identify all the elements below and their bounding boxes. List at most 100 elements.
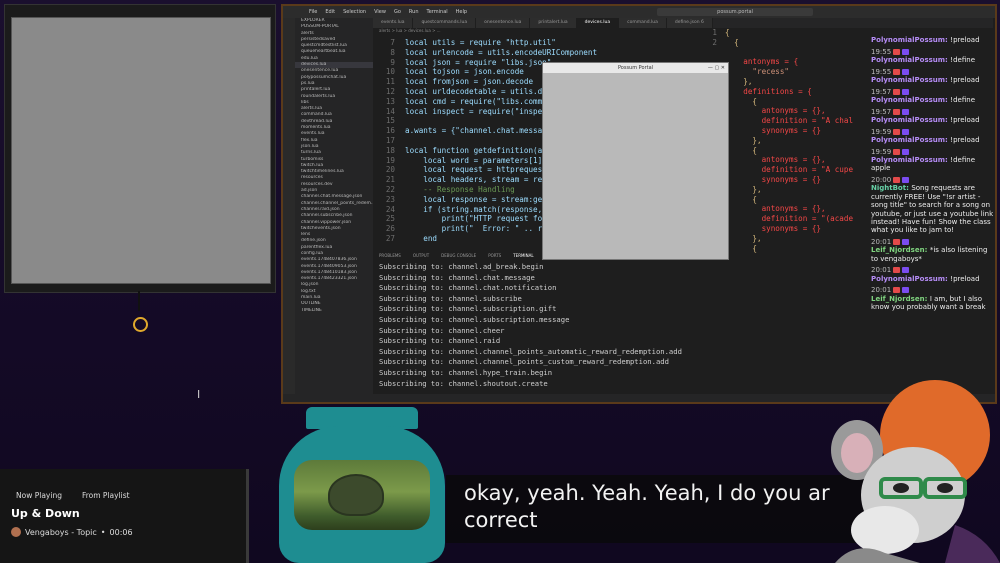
whiteboard-surface <box>11 17 271 284</box>
terminal-line: Subscribing to: channel.cheer <box>379 325 505 335</box>
line-number: 18 <box>385 145 395 155</box>
tab-onesentence[interactable]: onesentence.lua <box>476 18 531 28</box>
menu-edit[interactable]: Edit <box>325 9 335 15</box>
chat-body: PolynomialPossum: !define apple <box>871 156 995 173</box>
chat-username: PolynomialPossum: <box>871 76 951 84</box>
chat-text: !preload <box>950 274 980 283</box>
tab-output[interactable]: OUTPUT <box>413 252 429 260</box>
chat-username: Leif_Njordsen: <box>871 246 930 255</box>
code-text: local inspect = require("inspect" <box>405 106 556 116</box>
menu-help[interactable]: Help <box>456 9 467 15</box>
chat-timestamp: 19:57 <box>871 107 892 116</box>
line-number: 26 <box>385 224 395 234</box>
chat-message: 20:00 NightBot: Song requests are current… <box>871 176 995 235</box>
chat-badge-icon <box>902 177 910 183</box>
menu-go[interactable]: Go <box>394 9 401 15</box>
tab-devices[interactable]: devices.lua <box>576 18 620 28</box>
menu-terminal[interactable]: Terminal <box>427 9 448 15</box>
terminal-line: Subscribing to: channel.ad_break.begin <box>379 262 544 271</box>
line-number: 14 <box>385 106 395 116</box>
chat-badge-icon <box>893 68 901 75</box>
chat-meta: 20:01 <box>871 266 995 274</box>
line-number: 17 <box>385 135 395 145</box>
code-text: local function getdefinition(aler <box>405 145 556 155</box>
code-text: -- Response Handling <box>405 184 515 194</box>
chat-meta: 20:00 <box>871 176 995 184</box>
possum-portal-window[interactable]: Possum Portal — ▢ ✕ <box>542 62 729 260</box>
timeline-section[interactable]: TIMELINE <box>295 308 373 314</box>
chat-message: 19:55 PolynomialPossum: !preload <box>871 68 995 85</box>
chat-username: PolynomialPossum: <box>871 136 951 144</box>
chat-badge-icon <box>893 267 901 274</box>
tab-ports[interactable]: PORTS <box>488 252 501 260</box>
breadcrumb[interactable]: alerts > lua > devices.lua > ... <box>373 28 679 36</box>
artist-avatar <box>11 527 21 537</box>
line-number: 27 <box>385 233 395 243</box>
code-text: if (string.match(response, "[{ <box>405 204 561 214</box>
line-number: 11 <box>385 77 395 87</box>
json-text: definition = "A chal <box>725 116 854 126</box>
chat-body: PolynomialPossum: !preload <box>871 76 995 84</box>
activity-bar[interactable] <box>283 18 295 402</box>
code-text: print("HTTP request for de <box>405 214 561 224</box>
tab-debug-console[interactable]: DEBUG CONSOLE <box>441 252 476 260</box>
chat-badge-icon <box>893 48 901 55</box>
tab-printalert[interactable]: printalert.lua <box>530 18 577 28</box>
line-number: 9 <box>390 57 395 67</box>
chat-meta: 20:01 <box>871 286 995 294</box>
chat-text: !define <box>950 56 976 64</box>
tab-define-json[interactable]: define.json 6 <box>666 18 713 28</box>
chat-text: !preload <box>950 36 980 44</box>
tab-problems[interactable]: PROBLEMS <box>379 252 401 260</box>
line-number: 10 <box>385 67 395 77</box>
line-number <box>703 48 717 58</box>
tab-command[interactable]: command.lua <box>619 18 667 28</box>
turtle-jar-frame <box>279 426 445 563</box>
chat-body: PolynomialPossum: !preload <box>871 275 995 283</box>
menu-run[interactable]: Run <box>409 9 419 15</box>
menu-view[interactable]: View <box>374 9 386 15</box>
explorer-sidebar[interactable]: EXPLORER POSSUM-PORTAL alerts persistedsave… <box>295 18 373 402</box>
tab-events[interactable]: events.lua <box>373 18 414 28</box>
code-text: local tojson = json.encode <box>405 67 524 77</box>
chat-text: Song requests are currently FREE! Use "!… <box>871 184 994 235</box>
menu-file[interactable]: File <box>309 9 317 15</box>
chat-badge-icon <box>902 68 910 75</box>
portal-titlebar[interactable]: Possum Portal — ▢ ✕ <box>543 63 728 73</box>
code-text: a.wants = {"channel.chat.message" <box>405 126 556 136</box>
window-controls[interactable]: — ▢ ✕ <box>708 63 725 73</box>
menu-selection[interactable]: Selection <box>343 9 366 15</box>
code-text: local word = parameters[1] <box>405 155 543 165</box>
artist-name: Vengaboys - Topic <box>25 527 97 537</box>
line-number: 21 <box>385 175 395 185</box>
code-text: end <box>405 233 438 243</box>
chat-meta: 19:59 <box>871 128 995 136</box>
chat-timestamp: 19:59 <box>871 127 892 136</box>
chat-timestamp: 19:55 <box>871 67 892 76</box>
chat-meta: 19:59 <box>871 148 995 156</box>
tab-now-playing: Now Playing <box>16 491 62 500</box>
song-time: 00:06 <box>109 527 133 537</box>
chat-username: PolynomialPossum: <box>871 36 951 44</box>
command-center-search[interactable]: possum.portal <box>657 8 813 16</box>
explorer-item[interactable]: channel.channel_points_redem... <box>295 201 373 207</box>
chat-text: !preload <box>950 116 980 124</box>
chat-username: PolynomialPossum: <box>871 96 951 104</box>
line-number: 22 <box>385 184 395 194</box>
chat-message: PolynomialPossum: !preload <box>871 36 995 44</box>
chat-overlay: PolynomialPossum: !preload 19:55 Polynomia… <box>871 36 995 381</box>
explorer-item[interactable]: channel.chat.message.json <box>295 194 373 200</box>
json-text: }, <box>725 135 762 145</box>
json-text: antonyms = { <box>725 57 799 67</box>
chat-message: 19:55 PolynomialPossum: !define <box>871 48 995 65</box>
code-text: local cmd = require("libs.command <box>405 96 556 106</box>
chat-timestamp: 19:59 <box>871 147 892 156</box>
chat-username: NightBot: <box>871 184 912 193</box>
terminal-line: Subscribing to: channel.subscription.gif… <box>379 304 557 314</box>
cursor-ring-icon <box>133 317 148 332</box>
menu-bar: File Edit Selection View Go Run Terminal… <box>283 6 995 18</box>
tab-terminal[interactable]: TERMINAL <box>513 252 533 260</box>
chat-meta: 20:01 <box>871 238 995 246</box>
tab-questcommands[interactable]: questcommands.lua <box>413 18 477 28</box>
line-number: 12 <box>385 86 395 96</box>
